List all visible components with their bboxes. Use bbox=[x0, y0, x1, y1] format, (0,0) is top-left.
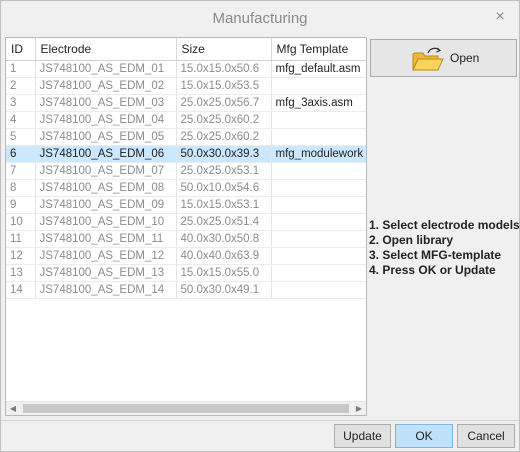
cell-electrode[interactable]: JS748100_AS_EDM_13 bbox=[35, 264, 177, 282]
cell-mfg-template[interactable] bbox=[271, 196, 366, 214]
column-header-size[interactable]: Size bbox=[176, 38, 272, 61]
open-button-label: Open bbox=[450, 51, 480, 65]
cell-size[interactable]: 15.0x15.0x55.0 bbox=[176, 264, 272, 282]
cell-size[interactable]: 50.0x10.0x54.6 bbox=[176, 179, 272, 197]
scroll-right-icon[interactable]: ▶ bbox=[352, 402, 366, 415]
table-row[interactable]: 4 JS748100_AS_EDM_04 25.0x25.0x60.2 bbox=[6, 111, 366, 129]
cell-mfg-template[interactable] bbox=[271, 77, 366, 95]
manufacturing-dialog: Manufacturing × ID Electrode Size Mfg Te… bbox=[0, 0, 520, 452]
table-row[interactable]: 1 JS748100_AS_EDM_01 15.0x15.0x50.6 mfg_def… bbox=[6, 60, 366, 78]
cell-mfg-template[interactable] bbox=[271, 247, 366, 265]
table-row[interactable]: 9 JS748100_AS_EDM_09 15.0x15.0x53.1 bbox=[6, 196, 366, 214]
cell-electrode[interactable]: JS748100_AS_EDM_06 bbox=[35, 145, 177, 163]
cell-size[interactable]: 50.0x30.0x49.1 bbox=[176, 281, 272, 299]
title-bar: Manufacturing × bbox=[1, 1, 519, 35]
instruction-step-2: 2. Open library bbox=[369, 233, 454, 247]
cell-electrode[interactable]: JS748100_AS_EDM_08 bbox=[35, 179, 177, 197]
cell-electrode[interactable]: JS748100_AS_EDM_07 bbox=[35, 162, 177, 180]
cell-size[interactable]: 50.0x30.0x39.3 bbox=[176, 145, 272, 163]
scroll-left-icon[interactable]: ◀ bbox=[6, 402, 20, 415]
table-row[interactable]: 7 JS748100_AS_EDM_07 25.0x25.0x53.1 bbox=[6, 162, 366, 180]
table-row[interactable]: 3 JS748100_AS_EDM_03 25.0x25.0x56.7 mfg_3ax… bbox=[6, 94, 366, 112]
cell-mfg-template[interactable]: mfg_3axis.asm bbox=[271, 94, 366, 112]
cell-mfg-template[interactable] bbox=[271, 179, 366, 197]
cell-id[interactable]: 13 bbox=[6, 264, 36, 282]
instruction-step-1: 1. Select electrode models bbox=[369, 218, 520, 232]
cell-electrode[interactable]: JS748100_AS_EDM_14 bbox=[35, 281, 177, 299]
open-button[interactable]: Open bbox=[370, 39, 517, 77]
table-row[interactable]: 11 JS748100_AS_EDM_11 40.0x30.0x50.8 bbox=[6, 230, 366, 248]
cell-mfg-template[interactable] bbox=[271, 162, 366, 180]
cell-id[interactable]: 1 bbox=[6, 60, 36, 78]
table-row[interactable]: 2 JS748100_AS_EDM_02 15.0x15.0x53.5 bbox=[6, 77, 366, 95]
cell-size[interactable]: 40.0x30.0x50.8 bbox=[176, 230, 272, 248]
column-header-id[interactable]: ID bbox=[6, 38, 36, 61]
cell-electrode[interactable]: JS748100_AS_EDM_10 bbox=[35, 213, 177, 231]
table-row[interactable]: 6 JS748100_AS_EDM_06 50.0x30.0x39.3 mfg_mod… bbox=[6, 145, 366, 163]
cell-size[interactable]: 40.0x40.0x63.9 bbox=[176, 247, 272, 265]
cell-mfg-template[interactable]: mfg_default.asm bbox=[271, 60, 366, 78]
close-icon[interactable]: × bbox=[492, 9, 508, 25]
cell-mfg-template[interactable] bbox=[271, 264, 366, 282]
cell-electrode[interactable]: JS748100_AS_EDM_04 bbox=[35, 111, 177, 129]
column-header-electrode[interactable]: Electrode bbox=[35, 38, 177, 61]
cell-id[interactable]: 3 bbox=[6, 94, 36, 112]
cell-electrode[interactable]: JS748100_AS_EDM_12 bbox=[35, 247, 177, 265]
cell-id[interactable]: 14 bbox=[6, 281, 36, 299]
cell-electrode[interactable]: JS748100_AS_EDM_11 bbox=[35, 230, 177, 248]
cell-mfg-template[interactable] bbox=[271, 230, 366, 248]
table-row[interactable]: 14 JS748100_AS_EDM_14 50.0x30.0x49.1 bbox=[6, 281, 366, 299]
cancel-button[interactable]: Cancel bbox=[457, 424, 515, 448]
cell-id[interactable]: 8 bbox=[6, 179, 36, 197]
cell-id[interactable]: 7 bbox=[6, 162, 36, 180]
table-row[interactable]: 13 JS748100_AS_EDM_13 15.0x15.0x55.0 bbox=[6, 264, 366, 282]
cell-electrode[interactable]: JS748100_AS_EDM_01 bbox=[35, 60, 177, 78]
instructions-list: 1. Select electrode models 2. Open libra… bbox=[369, 218, 520, 278]
cell-size[interactable]: 15.0x15.0x53.1 bbox=[176, 196, 272, 214]
cell-size[interactable]: 25.0x25.0x56.7 bbox=[176, 94, 272, 112]
table-header-row: ID Electrode Size Mfg Template bbox=[6, 38, 366, 61]
cell-size[interactable]: 25.0x25.0x60.2 bbox=[176, 128, 272, 146]
footer-divider bbox=[1, 420, 519, 421]
update-button[interactable]: Update bbox=[334, 424, 391, 448]
cell-mfg-template[interactable] bbox=[271, 281, 366, 299]
electrode-table-panel: ID Electrode Size Mfg Template 1 JS748100… bbox=[5, 37, 367, 416]
cell-id[interactable]: 10 bbox=[6, 213, 36, 231]
cell-id[interactable]: 11 bbox=[6, 230, 36, 248]
cell-mfg-template[interactable] bbox=[271, 111, 366, 129]
cell-id[interactable]: 4 bbox=[6, 111, 36, 129]
cell-electrode[interactable]: JS748100_AS_EDM_03 bbox=[35, 94, 177, 112]
cell-id[interactable]: 5 bbox=[6, 128, 36, 146]
cell-id[interactable]: 12 bbox=[6, 247, 36, 265]
cell-electrode[interactable]: JS748100_AS_EDM_05 bbox=[35, 128, 177, 146]
ok-button[interactable]: OK bbox=[395, 424, 453, 448]
open-folder-icon bbox=[412, 47, 444, 71]
instruction-step-4: 4. Press OK or Update bbox=[369, 263, 496, 277]
cell-size[interactable]: 25.0x25.0x51.4 bbox=[176, 213, 272, 231]
cell-size[interactable]: 15.0x15.0x50.6 bbox=[176, 60, 272, 78]
cell-electrode[interactable]: JS748100_AS_EDM_09 bbox=[35, 196, 177, 214]
cell-id[interactable]: 6 bbox=[6, 145, 36, 163]
electrode-table: ID Electrode Size Mfg Template 1 JS748100… bbox=[6, 38, 366, 299]
table-row[interactable]: 10 JS748100_AS_EDM_10 25.0x25.0x51.4 bbox=[6, 213, 366, 231]
cell-id[interactable]: 2 bbox=[6, 77, 36, 95]
cell-mfg-template[interactable]: mfg_modulework bbox=[271, 145, 366, 163]
cell-mfg-template[interactable] bbox=[271, 213, 366, 231]
cell-size[interactable]: 15.0x15.0x53.5 bbox=[176, 77, 272, 95]
horizontal-scrollbar[interactable]: ◀ ▶ bbox=[6, 401, 366, 415]
scrollbar-thumb[interactable] bbox=[23, 404, 349, 413]
table-row[interactable]: 5 JS748100_AS_EDM_05 25.0x25.0x60.2 bbox=[6, 128, 366, 146]
cell-id[interactable]: 9 bbox=[6, 196, 36, 214]
instruction-step-3: 3. Select MFG-template bbox=[369, 248, 502, 262]
table-row[interactable]: 8 JS748100_AS_EDM_08 50.0x10.0x54.6 bbox=[6, 179, 366, 197]
cell-mfg-template[interactable] bbox=[271, 128, 366, 146]
column-header-mfg-template[interactable]: Mfg Template bbox=[271, 38, 366, 61]
cell-electrode[interactable]: JS748100_AS_EDM_02 bbox=[35, 77, 177, 95]
dialog-title: Manufacturing bbox=[212, 10, 308, 27]
cell-size[interactable]: 25.0x25.0x60.2 bbox=[176, 111, 272, 129]
cell-size[interactable]: 25.0x25.0x53.1 bbox=[176, 162, 272, 180]
table-row[interactable]: 12 JS748100_AS_EDM_12 40.0x40.0x63.9 bbox=[6, 247, 366, 265]
